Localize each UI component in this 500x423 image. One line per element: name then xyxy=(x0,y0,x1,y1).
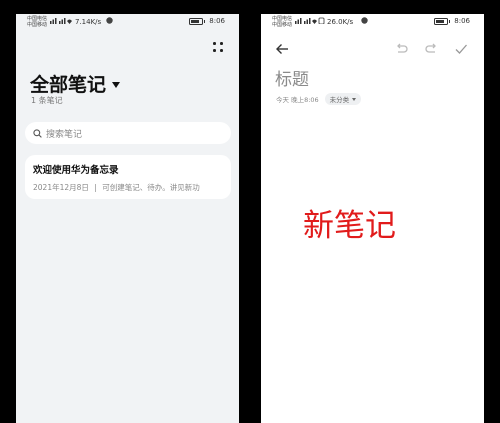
battery-cap xyxy=(204,19,206,23)
battery-icon xyxy=(434,17,449,25)
status-right: 8:06 xyxy=(434,17,470,25)
battery-cap xyxy=(449,19,451,23)
note-timestamp: 今天 晚上8:06 xyxy=(276,96,319,104)
note-title-input[interactable]: 标题 xyxy=(275,65,309,90)
note-meta: 今天 晚上8:06 未分类 xyxy=(276,93,362,105)
check-icon[interactable] xyxy=(454,42,468,56)
notes-list-screen: 中国电信 中国移动 7.14K/s 8:06 全部笔记 1 条笔记 搜索笔记 欢… xyxy=(16,14,239,423)
undo-icon[interactable] xyxy=(395,42,409,56)
status-right: 8:06 xyxy=(189,17,225,25)
note-editor-screen: 中国电信 中国移动 26.0K/s 8:06 标题 今天 晚上8:06 未分类 … xyxy=(261,14,484,423)
search-input[interactable]: 搜索笔记 xyxy=(25,122,231,144)
folder-selector[interactable]: 全部笔记 xyxy=(30,70,121,97)
search-icon xyxy=(33,128,42,138)
note-meta: 2021年12月8日 | 可创建笔记、待办。讲见新功 xyxy=(33,182,223,193)
status-bar: 中国电信 中国移动 26.0K/s 8:06 xyxy=(261,14,484,30)
search-placeholder: 搜索笔记 xyxy=(46,129,83,140)
note-title: 欢迎使用华为备忘录 xyxy=(33,165,119,176)
network-speed: 26.0K/s xyxy=(327,18,354,26)
battery-icon xyxy=(189,17,204,25)
note-count: 1 条笔记 xyxy=(31,96,63,105)
carrier-2: 中国移动 xyxy=(27,22,48,28)
caret-down-icon xyxy=(352,97,357,101)
note-separator: | xyxy=(94,183,97,192)
more-options-icon[interactable] xyxy=(213,42,223,52)
annotation-text: 新笔记 xyxy=(303,208,396,244)
carrier-labels: 中国电信 中国移动 xyxy=(272,16,292,28)
back-arrow-icon[interactable] xyxy=(275,42,289,56)
page-title: 全部笔记 xyxy=(30,74,107,96)
note-date: 2021年12月8日 xyxy=(33,183,89,192)
category-selector[interactable]: 未分类 xyxy=(324,93,362,105)
signal-icon xyxy=(50,17,72,24)
status-bar: 中国电信 中国移动 7.14K/s 8:06 xyxy=(16,14,239,30)
carrier-labels: 中国电信 中国移动 xyxy=(27,16,47,28)
caret-down-icon xyxy=(112,81,121,88)
list-item[interactable]: 欢迎使用华为备忘录 2021年12月8日 | 可创建笔记、待办。讲见新功 xyxy=(25,155,231,199)
carrier-2: 中国移动 xyxy=(272,22,293,28)
notification-icon xyxy=(106,17,113,24)
note-preview: 可创建笔记、待办。讲见新功 xyxy=(102,183,200,192)
clock: 8:06 xyxy=(209,17,225,25)
signal-icon xyxy=(295,17,325,24)
clock: 8:06 xyxy=(454,17,470,25)
category-label: 未分类 xyxy=(329,96,350,104)
notification-icon xyxy=(361,17,368,24)
network-speed: 7.14K/s xyxy=(75,18,102,26)
redo-icon[interactable] xyxy=(424,42,438,56)
